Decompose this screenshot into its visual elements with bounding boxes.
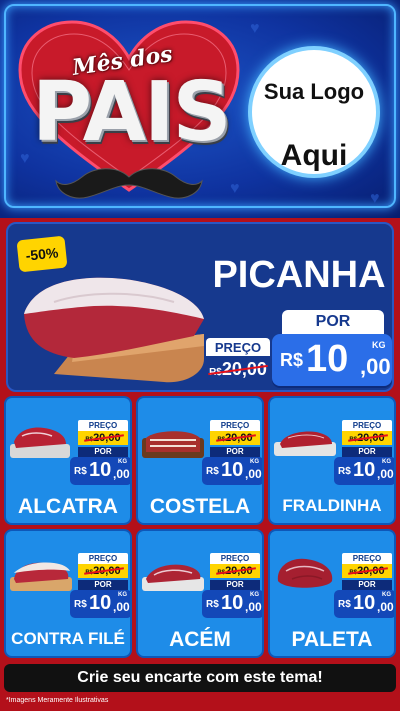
old-price-label: PREÇO (342, 553, 392, 564)
price-decimal: ,00 (245, 600, 262, 614)
price-decimal: ,00 (360, 354, 391, 379)
price-unit: KG (382, 459, 391, 465)
price-integer: 10 (353, 459, 376, 481)
price-unit: KG (382, 592, 391, 598)
price-decimal: ,00 (245, 467, 262, 481)
old-price: R$20,00 (210, 564, 260, 578)
por-label: POR (342, 447, 392, 457)
price-unit: KG (372, 340, 386, 350)
old-price: R$20,00 (78, 431, 128, 445)
price-integer: 10 (353, 592, 376, 614)
new-price-box: R$ 10 KG ,00 (70, 457, 130, 485)
product-name: FRALDINHA (282, 496, 382, 515)
price-decimal: ,00 (377, 600, 394, 614)
event-main-title: PAIS (32, 65, 232, 160)
por-label: POR (210, 447, 260, 457)
new-price-box: R$ 10 KG ,00 (334, 457, 394, 485)
disclaimer-text: *Imagens Meramente Ilustrativas (6, 697, 109, 704)
featured-product: -50% PICANHA POR PREÇO R$20,00 R$ 10 KG … (6, 222, 394, 392)
price-currency: R$ (338, 599, 351, 610)
acem-meat-image (142, 564, 204, 591)
price-decimal: ,00 (377, 467, 394, 481)
product-card: PREÇO R$20,00 POR R$ 10 KG ,00 FRALDINHA (268, 396, 396, 525)
price-integer: 10 (306, 338, 349, 380)
product-name: ACÉM (169, 628, 231, 651)
old-price-label: PREÇO (342, 420, 392, 431)
new-price-box: R$ 10 KG ,00 (202, 590, 262, 618)
old-price: R$20,00 (342, 431, 392, 445)
product-name: CONTRA FILÉ (11, 629, 125, 648)
featured-product-name: PICANHA (212, 254, 386, 296)
price-decimal: ,00 (113, 600, 130, 614)
old-price-label: PREÇO (78, 553, 128, 564)
costela-meat-image (142, 431, 204, 458)
product-card: PREÇO R$20,00 POR R$ 10 KG ,00 PALETA (268, 529, 396, 658)
old-price-label: PREÇO (78, 420, 128, 431)
heart-icon: ♥ (250, 20, 260, 37)
logo-line2: Aqui (280, 139, 348, 173)
price-currency: R$ (206, 599, 219, 610)
new-price-box: R$ 10 KG ,00 (334, 590, 394, 618)
price-currency: R$ (74, 466, 87, 477)
alcatra-meat-image (10, 427, 70, 458)
price-unit: KG (250, 459, 259, 465)
old-price-box: PREÇO R$20,00 (206, 338, 270, 382)
price-unit: KG (118, 592, 127, 598)
product-grid: PREÇO R$20,00 POR R$ 10 KG ,00 ALCATRA P… (4, 396, 396, 658)
store-logo-placeholder: Sua Logo Aqui (248, 46, 380, 178)
price-decimal: ,00 (113, 467, 130, 481)
price-integer: 10 (221, 459, 244, 481)
header-banner: ♥ ♥ ♥ ♥ Mês dos PAIS Sua Logo Aqui (0, 0, 400, 218)
product-card: PREÇO R$20,00 POR R$ 10 KG ,00 COSTELA (136, 396, 264, 525)
price-integer: 10 (89, 592, 112, 614)
fraldinha-meat-image (274, 431, 336, 456)
product-card: PREÇO R$20,00 POR R$ 10 KG ,00 ALCATRA (4, 396, 132, 525)
old-price: R$20,00 (78, 564, 128, 578)
mustache-icon (55, 168, 203, 199)
new-price-box: R$ 10 KG ,00 (202, 457, 262, 485)
por-label: POR (282, 310, 384, 334)
por-label: POR (342, 580, 392, 590)
price-currency: R$ (338, 466, 351, 477)
old-price: R$20,00 (206, 356, 270, 382)
por-label: POR (210, 580, 260, 590)
old-price-label: PREÇO (210, 420, 260, 431)
product-name: PALETA (291, 628, 373, 651)
cta-banner[interactable]: Crie seu encarte com este tema! (4, 664, 396, 692)
heart-icon: ♥ (370, 190, 380, 207)
contra-file-meat-image (10, 562, 72, 591)
event-logo: Mês dos PAIS (14, 18, 244, 199)
picanha-meat-image (24, 277, 204, 383)
product-name: COSTELA (149, 495, 251, 518)
por-label: POR (78, 580, 128, 590)
price-currency: R$ (206, 466, 219, 477)
price-integer: 10 (221, 592, 244, 614)
price-unit: KG (250, 592, 259, 598)
new-price-box: R$ 10 KG ,00 (272, 334, 392, 386)
old-price-label: PREÇO (206, 338, 270, 356)
price-integer: 10 (89, 459, 112, 481)
product-card: PREÇO R$20,00 POR R$ 10 KG ,00 ACÉM (136, 529, 264, 658)
new-price-box: R$ 10 KG ,00 (70, 590, 130, 618)
old-price: R$20,00 (342, 564, 392, 578)
old-price-label: PREÇO (210, 553, 260, 564)
paleta-meat-image (277, 558, 333, 588)
price-currency: R$ (280, 350, 304, 370)
old-price: R$20,00 (210, 431, 260, 445)
product-name: ALCATRA (18, 495, 118, 518)
price-currency: R$ (74, 599, 87, 610)
discount-badge: -50% (16, 235, 68, 273)
product-card: PREÇO R$20,00 POR R$ 10 KG ,00 CONTRA FI… (4, 529, 132, 658)
logo-line1: Sua Logo (263, 78, 365, 104)
price-unit: KG (118, 459, 127, 465)
por-label: POR (78, 447, 128, 457)
